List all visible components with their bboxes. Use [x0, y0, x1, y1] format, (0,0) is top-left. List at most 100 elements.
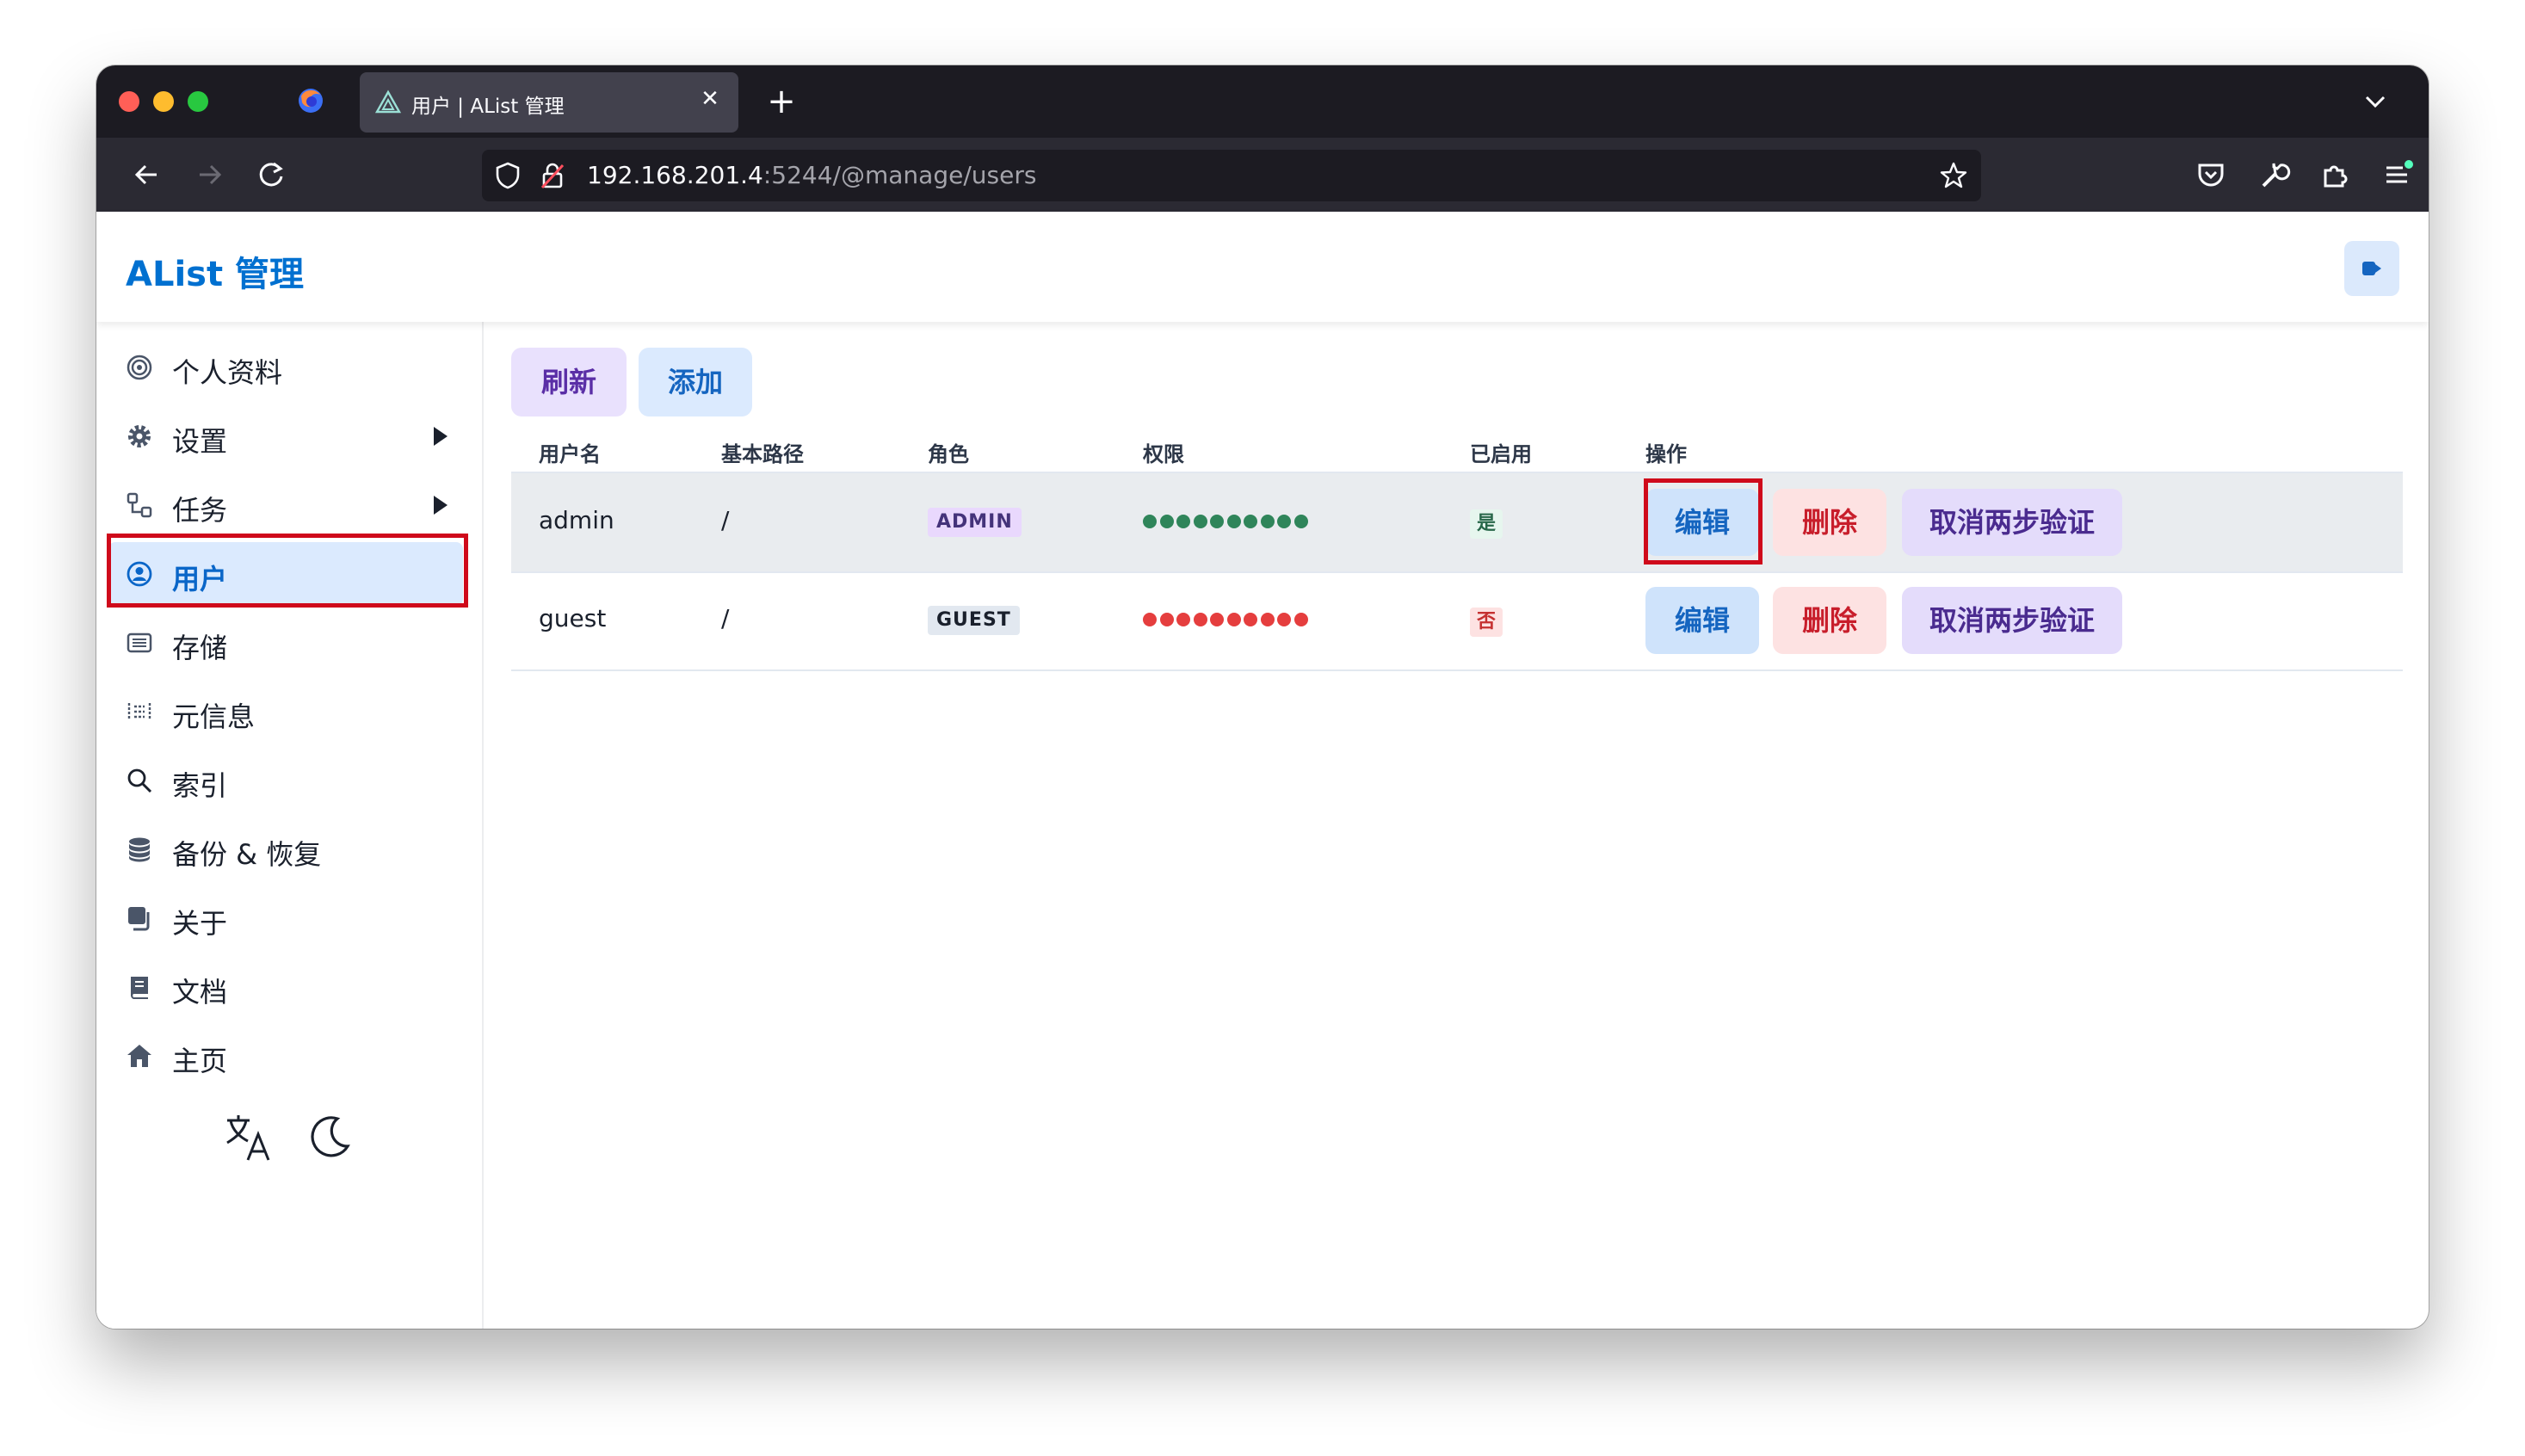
delete-button[interactable]: 删除 — [1773, 587, 1886, 654]
permission-dots — [1143, 515, 1311, 530]
url-bar[interactable]: 192.168.201.4:5244/@manage/users — [482, 150, 1981, 201]
permission-dot[interactable] — [1293, 613, 1308, 626]
sidebar-item-index[interactable]: 索引 — [108, 749, 463, 812]
sidebar-item-label: 关于 — [172, 907, 228, 940]
search-icon — [127, 768, 152, 793]
database-icon — [129, 837, 150, 862]
url-text[interactable]: 192.168.201.4:5244/@manage/users — [587, 161, 1036, 189]
permission-dot[interactable] — [1143, 613, 1157, 626]
wrench-icon[interactable] — [2253, 155, 2293, 194]
home-icon — [127, 1045, 151, 1067]
sidebar-item-settings[interactable]: 设置 — [108, 404, 463, 468]
minimize-window-button[interactable] — [153, 91, 174, 112]
close-tab-icon[interactable]: ✕ — [695, 84, 725, 114]
shield-icon[interactable] — [492, 160, 523, 191]
username-cell: admin — [539, 506, 614, 534]
sidebar-item-backup-restore[interactable]: 备份 & 恢复 — [108, 817, 463, 881]
pocket-icon[interactable] — [2191, 155, 2231, 194]
url-path: :5244/@manage/users — [762, 161, 1037, 189]
cancel-2fa-button[interactable]: 取消两步验证 — [1902, 489, 2122, 556]
sidebar-item-profile[interactable]: 个人资料 — [108, 336, 463, 399]
permission-dot[interactable] — [1143, 515, 1157, 528]
username-cell: guest — [539, 604, 607, 632]
add-user-button[interactable]: 添加 — [639, 348, 752, 416]
sidebar-item-label: 任务 — [172, 494, 228, 527]
highlight-box-edit — [1644, 478, 1763, 565]
book-icon — [131, 977, 148, 999]
table-row: admin / ADMIN 是 编辑 删除 取消两步验证 — [511, 472, 2403, 573]
extensions-icon[interactable] — [2315, 155, 2355, 194]
bookmark-star-icon[interactable] — [1938, 160, 1969, 191]
sidebar: 个人资料 设置 任务 用户 存储 元信息 索引 备份 & 恢复 关于 文档 主页 — [96, 322, 484, 1329]
permission-dot[interactable] — [1176, 613, 1190, 626]
moon-icon[interactable] — [303, 1112, 355, 1163]
page-title[interactable]: AList 管理 — [126, 246, 304, 296]
translate-icon[interactable] — [222, 1112, 274, 1163]
meta-icon — [127, 703, 151, 720]
navigation-toolbar: 192.168.201.4:5244/@manage/users — [96, 138, 2429, 212]
permission-dot[interactable] — [1226, 515, 1241, 528]
base-path-cell: / — [721, 506, 730, 534]
enabled-badge: 是 — [1470, 509, 1503, 539]
sidebar-item-label: 文档 — [172, 976, 228, 1009]
column-header-role: 角色 — [928, 442, 969, 466]
permission-dot[interactable] — [1159, 515, 1174, 528]
edit-button[interactable]: 编辑 — [1645, 587, 1759, 654]
permission-dot[interactable] — [1226, 613, 1241, 626]
permission-dot[interactable] — [1193, 613, 1207, 626]
reload-icon[interactable] — [251, 155, 291, 194]
permission-dot[interactable] — [1176, 515, 1190, 528]
sidebar-item-home[interactable]: 主页 — [108, 1024, 463, 1088]
sidebar-item-label: 索引 — [172, 769, 228, 802]
delete-button[interactable]: 删除 — [1773, 489, 1886, 556]
tab-active[interactable]: 用户 | AList 管理 ✕ — [360, 72, 738, 133]
back-arrow-icon[interactable] — [127, 155, 167, 194]
permission-dot[interactable] — [1260, 613, 1275, 626]
permission-dot[interactable] — [1210, 613, 1224, 626]
sidebar-item-label: 元信息 — [172, 700, 256, 733]
sidebar-item-meta[interactable]: 元信息 — [108, 680, 463, 743]
main-content: 刷新 添加 用户名 基本路径 角色 权限 已启用 操作 admin / ADMI… — [484, 322, 2429, 1329]
permission-dot[interactable] — [1244, 515, 1257, 528]
url-host: 192.168.201.4 — [587, 161, 763, 189]
new-tab-button[interactable]: + — [762, 83, 800, 120]
sidebar-item-storage[interactable]: 存储 — [108, 611, 463, 675]
fingerprint-icon — [127, 355, 152, 380]
role-badge: ADMIN — [928, 508, 1022, 537]
table-row: guest / GUEST 否 编辑 删除 取消两步验证 — [511, 571, 2403, 671]
sidebar-item-about[interactable]: 关于 — [108, 886, 463, 950]
insecure-lock-icon[interactable] — [537, 160, 568, 191]
caret-right-icon[interactable] — [427, 492, 453, 518]
table-header: 用户名 基本路径 角色 权限 已启用 操作 — [511, 429, 2405, 472]
close-window-button[interactable] — [119, 91, 139, 112]
highlight-box-users — [107, 534, 468, 608]
forward-arrow-icon[interactable] — [189, 155, 229, 194]
permission-dot[interactable] — [1159, 613, 1174, 626]
permission-dot[interactable] — [1293, 515, 1308, 528]
permission-dots — [1143, 613, 1311, 628]
sidebar-item-label: 存储 — [172, 632, 228, 664]
permission-dot[interactable] — [1244, 613, 1257, 626]
permission-dot[interactable] — [1277, 515, 1291, 528]
alist-logo-icon — [375, 89, 401, 114]
caret-right-icon[interactable] — [427, 423, 453, 449]
sidebar-item-label: 设置 — [172, 425, 228, 458]
menu-icon[interactable] — [2377, 155, 2417, 194]
column-header-permissions: 权限 — [1143, 442, 1184, 466]
sidebar-item-tasks[interactable]: 任务 — [108, 473, 463, 537]
column-header-actions: 操作 — [1645, 442, 1687, 466]
chevron-down-icon[interactable] — [2358, 84, 2392, 119]
refresh-button[interactable]: 刷新 — [511, 348, 627, 416]
storage-icon — [127, 632, 152, 653]
permission-dot[interactable] — [1210, 515, 1224, 528]
permission-dot[interactable] — [1260, 515, 1275, 528]
cancel-2fa-button[interactable]: 取消两步验证 — [1902, 587, 2122, 654]
maximize-window-button[interactable] — [188, 91, 208, 112]
permission-dot[interactable] — [1193, 515, 1207, 528]
firefox-icon[interactable] — [296, 86, 325, 115]
permission-dot[interactable] — [1277, 613, 1291, 626]
base-path-cell: / — [721, 604, 730, 632]
logout-icon — [2362, 262, 2381, 275]
logout-button[interactable] — [2344, 241, 2399, 296]
sidebar-item-docs[interactable]: 文档 — [108, 955, 463, 1019]
